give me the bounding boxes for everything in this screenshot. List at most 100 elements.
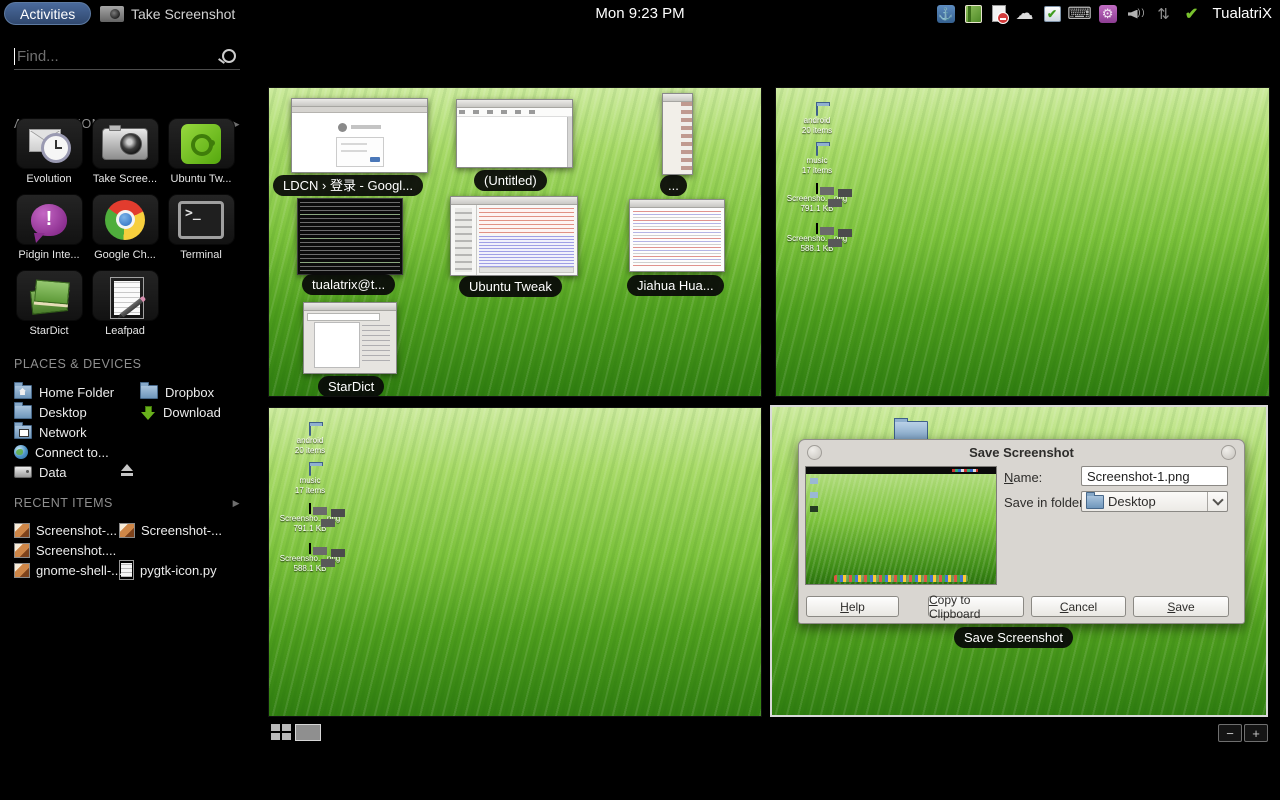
keyboard-input-tray-icon[interactable]: ⌨ (1071, 5, 1089, 23)
place-dropbox[interactable]: Dropbox (140, 382, 221, 402)
folder-field-label: Save in folder: (1004, 495, 1087, 510)
focused-app-indicator[interactable]: Take Screenshot (100, 0, 235, 27)
app-label: Ubuntu Tw... (171, 173, 232, 185)
workspace-thumbnail-3[interactable]: android 20 items music 17 items Screensh… (268, 407, 762, 717)
dropbox-tray-icon[interactable]: ✔ (1044, 6, 1061, 22)
recent-item[interactable]: Screenshot.... (14, 540, 126, 560)
pidgin-icon: ! (31, 204, 67, 236)
filename-input[interactable]: Screenshot-1.png (1081, 466, 1228, 486)
place-label: Download (163, 405, 221, 420)
icon-sublabel: 791.1 KB (279, 524, 341, 534)
network-transfers-icon[interactable]: ⇅ (1155, 5, 1173, 23)
workspaces-grid: LDCN › 登录 - Googl... (Untitled) ... tual… (268, 87, 1268, 719)
recent-item[interactable]: gnome-shell-... (14, 560, 126, 580)
copy-to-clipboard-button[interactable]: Copy to Clipboard (928, 596, 1024, 617)
place-network[interactable]: Network (14, 422, 126, 442)
window-ubuntu-tweak[interactable] (450, 196, 578, 276)
desktop-icon-folder[interactable]: android 20 items (279, 426, 341, 456)
icon-sublabel: 20 items (786, 126, 848, 136)
app-item-leafpad[interactable]: Leafpad (92, 270, 158, 337)
cancel-button[interactable]: Cancel (1031, 596, 1126, 617)
drive-icon (14, 466, 32, 478)
desktop-icon-folder[interactable]: music 17 items (279, 466, 341, 496)
window-stardict[interactable] (303, 302, 397, 374)
window-untitled[interactable] (456, 99, 573, 168)
recent-item[interactable]: pygtk-icon.py (119, 560, 222, 580)
evolution-icon (27, 125, 71, 163)
help-button[interactable]: Help (806, 596, 899, 617)
app-item-evolution[interactable]: Evolution (16, 118, 82, 185)
grid-view-icon[interactable] (271, 724, 292, 741)
desktop-icon-folder[interactable]: android 20 items (786, 106, 848, 136)
window-chat-log[interactable] (629, 199, 725, 272)
desktop-icon-image[interactable]: Screensho....png 791.1 KB (786, 184, 848, 214)
image-thumbnail-icon (309, 503, 311, 514)
save-folder-dropdown[interactable]: Desktop (1081, 491, 1228, 512)
network-icon (14, 425, 32, 439)
desktop-icon-image[interactable]: Screensho....png 588.1 KB (786, 224, 848, 254)
workspace-thumbnail-2[interactable]: android 20 items music 17 items Screensh… (775, 87, 1270, 397)
dictionary-tray-icon[interactable] (965, 5, 982, 23)
anchor-tray-icon[interactable]: ⚓ (937, 5, 955, 23)
recent-item[interactable]: Screenshot-... (14, 520, 126, 540)
recent-item[interactable]: Screenshot-... (119, 520, 222, 540)
image-file-icon (14, 563, 30, 578)
chevron-right-icon[interactable]: ▶ (233, 498, 240, 509)
app-item-pidgin[interactable]: ! Pidgin Inte... (16, 194, 82, 261)
icon-sublabel: 20 items (279, 446, 341, 456)
window-label: Jiahua Hua... (627, 275, 724, 296)
recent-title: RECENT ITEMS (14, 496, 113, 510)
places-column-2: Dropbox Download (140, 382, 221, 422)
app-item-chrome[interactable]: Google Ch... (92, 194, 158, 261)
message-blocked-tray-icon[interactable] (992, 5, 1006, 22)
camera-app-icon (100, 6, 124, 22)
remove-workspace-button[interactable]: − (1218, 724, 1242, 742)
desktop-icon-image[interactable]: Screensho....png 791.1 KB (279, 504, 341, 534)
home-folder-icon (14, 385, 32, 399)
workspace-thumbnail-4[interactable]: Save Screenshot Name: Screenshot-1.png S… (770, 405, 1268, 717)
app-item-stardict[interactable]: StarDict (16, 270, 82, 337)
username-menu[interactable]: TualatriX (1213, 5, 1272, 22)
top-bar: Activities Take Screenshot Mon 9:23 PM ⚓… (0, 0, 1280, 27)
search-input[interactable]: Find... (14, 43, 240, 70)
activities-button[interactable]: Activities (4, 2, 91, 25)
window-terminal[interactable] (297, 198, 403, 275)
dialog-title: Save Screenshot (799, 445, 1244, 460)
place-desktop[interactable]: Desktop (14, 402, 126, 422)
image-file-icon (119, 523, 135, 538)
place-home-folder[interactable]: Home Folder (14, 382, 126, 402)
single-view-icon[interactable] (295, 724, 321, 741)
place-data[interactable]: Data (14, 462, 126, 482)
cloud-tray-icon[interactable]: ☁ (1016, 5, 1034, 23)
add-workspace-button[interactable]: + (1244, 724, 1268, 742)
save-button[interactable]: Save (1133, 596, 1229, 617)
app-item-take-screenshot[interactable]: Take Scree... (92, 118, 158, 185)
volume-icon[interactable] (1127, 7, 1145, 21)
window-label: ... (660, 175, 687, 196)
icon-label: music (786, 156, 848, 166)
eject-icon[interactable] (120, 464, 134, 476)
app-item-terminal[interactable]: Terminal (168, 194, 234, 261)
app-item-ubuntu-tweak[interactable]: Ubuntu Tw... (168, 118, 234, 185)
folder-icon (816, 105, 818, 116)
python-file-icon (119, 560, 134, 580)
desktop-icon-image[interactable]: Screensho....png 588.1 KB (279, 544, 341, 574)
chrome-icon (105, 200, 145, 240)
workspace-thumbnail-1[interactable]: LDCN › 登录 - Googl... (Untitled) ... tual… (268, 87, 762, 397)
applications-grid: Evolution Take Scree... Ubuntu Tw... ! P… (16, 118, 234, 337)
stardict-icon (27, 277, 71, 315)
place-connect-to[interactable]: Connect to... (14, 442, 126, 462)
places-title: PLACES & DEVICES (14, 357, 142, 371)
dropdown-arrow[interactable] (1207, 492, 1227, 511)
workspace-view-switcher (271, 724, 321, 741)
icon-sublabel: 791.1 KB (786, 204, 848, 214)
window-buddy-list[interactable] (662, 93, 693, 175)
place-download[interactable]: Download (140, 402, 221, 422)
settings-gear-tray-icon[interactable]: ⚙ (1099, 5, 1117, 23)
window-browser[interactable] (291, 98, 428, 173)
icon-label: android (279, 436, 341, 446)
window-label: LDCN › 登录 - Googl... (273, 175, 423, 196)
desktop-icon-folder[interactable]: music 17 items (786, 146, 848, 176)
recent-section-header: RECENT ITEMS ▶ (14, 496, 240, 510)
save-screenshot-dialog[interactable]: Save Screenshot Name: Screenshot-1.png S… (798, 439, 1245, 624)
